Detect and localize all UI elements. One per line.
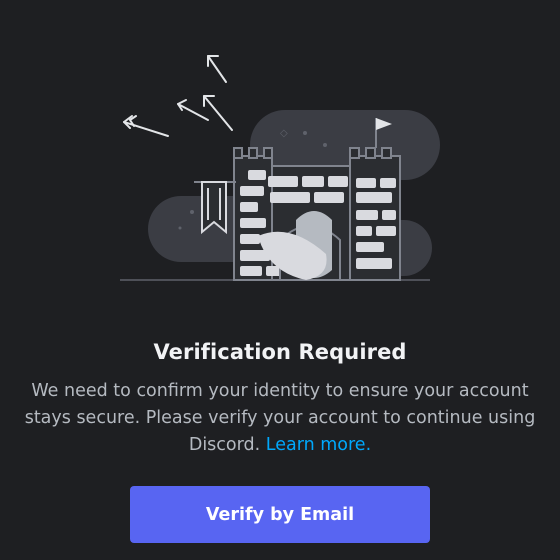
castle-with-shield-and-arrows-icon: ◇: [120, 55, 440, 281]
page-title: Verification Required: [153, 340, 407, 364]
verification-screen: ◇ Verification Required We need to confi…: [0, 0, 560, 560]
svg-text:◇: ◇: [280, 128, 288, 139]
verification-message: We need to confirm your identity to ensu…: [20, 378, 540, 459]
verify-by-email-button[interactable]: Verify by Email: [130, 486, 430, 543]
learn-more-link[interactable]: Learn more.: [266, 435, 371, 455]
